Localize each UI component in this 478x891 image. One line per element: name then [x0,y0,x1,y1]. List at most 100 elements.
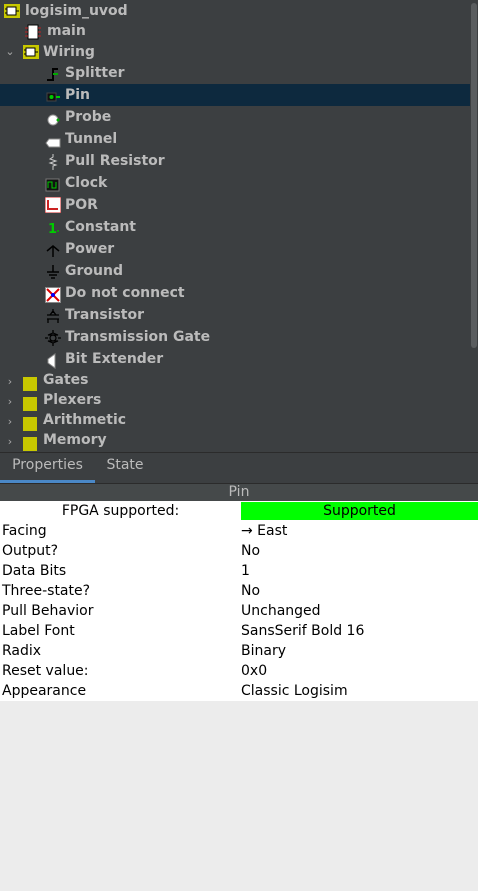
circuit-folder-icon [4,3,20,19]
property-name: Reset value: [2,663,89,679]
svg-text:1: 1 [48,222,57,236]
property-value[interactable]: 0x0 [241,661,267,681]
item-label: Transmission Gate [65,329,211,345]
explorer-tree[interactable]: logisim_uvod main ⌄ Wiring Splitter Pin … [0,0,478,452]
tree-item-pin[interactable]: Pin [0,84,470,106]
power-icon [45,242,61,258]
property-name: Label Font [2,623,75,639]
item-label: Pull Resistor [65,153,165,169]
fpga-status-badge: Supported [241,502,478,520]
item-label: Tunnel [65,131,118,147]
folder-label: Wiring [43,44,95,60]
circuit-folder-icon [23,44,39,60]
tab-properties[interactable]: Properties [0,453,95,483]
property-name: Appearance [2,683,87,699]
property-row[interactable]: Label Font SansSerif Bold 16 [0,621,478,641]
property-row-fpga: FPGA supported: Supported [0,501,478,521]
property-row[interactable]: Radix Binary [0,641,478,661]
property-name: Three-state? [2,583,91,599]
folder-label: Plexers [43,392,102,408]
splitter-icon [45,66,61,82]
project-name: logisim_uvod [25,3,128,19]
item-label: POR [65,197,98,213]
item-label: Splitter [65,65,125,81]
tree-item-pull-resistor[interactable]: Pull Resistor [0,150,470,172]
property-row[interactable]: Data Bits 1 [0,561,478,581]
chevron-down-icon[interactable]: ⌄ [4,44,16,60]
property-value[interactable]: Classic Logisim [241,681,348,701]
folder-label: Arithmetic [43,412,127,428]
property-row[interactable]: Appearance Classic Logisim [0,681,478,701]
property-name: Radix [2,643,42,659]
tree-item-probe[interactable]: Probe [0,106,470,128]
scrollbar-thumb[interactable] [471,3,477,348]
property-value[interactable]: → East [241,521,287,541]
property-value[interactable]: No [241,581,260,601]
properties-title: Pin [228,484,250,500]
item-label: Do not connect [65,285,185,301]
tree-scrollbar[interactable] [470,0,478,452]
item-label: Transistor [65,307,145,323]
property-value[interactable]: 1 [241,561,250,581]
chevron-right-icon[interactable]: › [4,434,16,450]
property-row[interactable]: Reset value: 0x0 [0,661,478,681]
property-name: Data Bits [2,563,67,579]
property-row[interactable]: Facing → East [0,521,478,541]
ground-icon [45,264,61,280]
item-label: Power [65,241,115,257]
pin-icon [45,88,61,104]
properties-header: Pin [0,483,478,502]
tree-item-por[interactable]: POR [0,194,470,216]
tree-item-project[interactable]: logisim_uvod [0,0,470,22]
tab-state[interactable]: State [95,453,155,483]
circuit-chip-icon [25,24,41,40]
chevron-right-icon[interactable]: › [4,374,16,390]
no-connect-icon [45,287,61,303]
folder-label: Gates [43,372,89,388]
property-name: Facing [2,523,47,539]
tree-item-ground[interactable]: Ground [0,260,470,282]
property-name: Pull Behavior [2,603,94,619]
property-row[interactable]: Three-state? No [0,581,478,601]
clock-icon [45,176,61,192]
por-icon [44,196,62,214]
tree-item-transmission-gate[interactable]: Transmission Gate [0,326,470,348]
tree-item-constant[interactable]: 1 Constant [0,216,470,238]
tunnel-icon [45,132,61,148]
item-label: Clock [65,175,108,191]
circuit-label: main [47,23,86,39]
transistor-icon [45,308,61,324]
folder-label: Memory [43,432,107,448]
property-row[interactable]: Pull Behavior Unchanged [0,601,478,621]
tree-folder-wiring[interactable]: ⌄ Wiring [0,41,470,63]
properties-table: FPGA supported: Supported Facing → East Ou… [0,501,478,701]
tree-item-tunnel[interactable]: Tunnel [0,128,470,150]
constant-icon: 1 [45,220,61,237]
tree-item-power[interactable]: Power [0,238,470,260]
folder-icon [22,436,38,452]
property-value[interactable]: Binary [241,641,286,661]
fpga-label: FPGA supported: [61,503,180,519]
item-label: Pin [65,87,91,103]
tree-item-bit-extender[interactable]: Bit Extender [0,348,470,370]
property-value[interactable]: SansSerif Bold 16 [241,621,364,641]
properties-empty-area [0,703,478,891]
tree-item-do-not-connect[interactable]: Do not connect [0,282,470,304]
chevron-right-icon[interactable]: › [4,394,16,410]
property-value[interactable]: Unchanged [241,601,321,621]
item-label: Bit Extender [65,351,164,367]
item-label: Ground [65,263,123,279]
item-label: Constant [65,219,136,235]
tree-item-transistor[interactable]: Transistor [0,304,470,326]
chevron-right-icon[interactable]: › [4,414,16,430]
tab-bar: Properties State [0,452,478,483]
property-name: Output? [2,543,59,559]
property-row[interactable]: Output? No [0,541,478,561]
tree-folder-memory[interactable]: › Memory [0,430,470,452]
tree-item-splitter[interactable]: Splitter [0,62,470,84]
tree-item-main[interactable]: main [0,20,470,42]
property-value[interactable]: No [241,541,260,561]
probe-icon [45,110,61,126]
tree-item-clock[interactable]: Clock [0,172,470,194]
item-label: Probe [65,109,112,125]
